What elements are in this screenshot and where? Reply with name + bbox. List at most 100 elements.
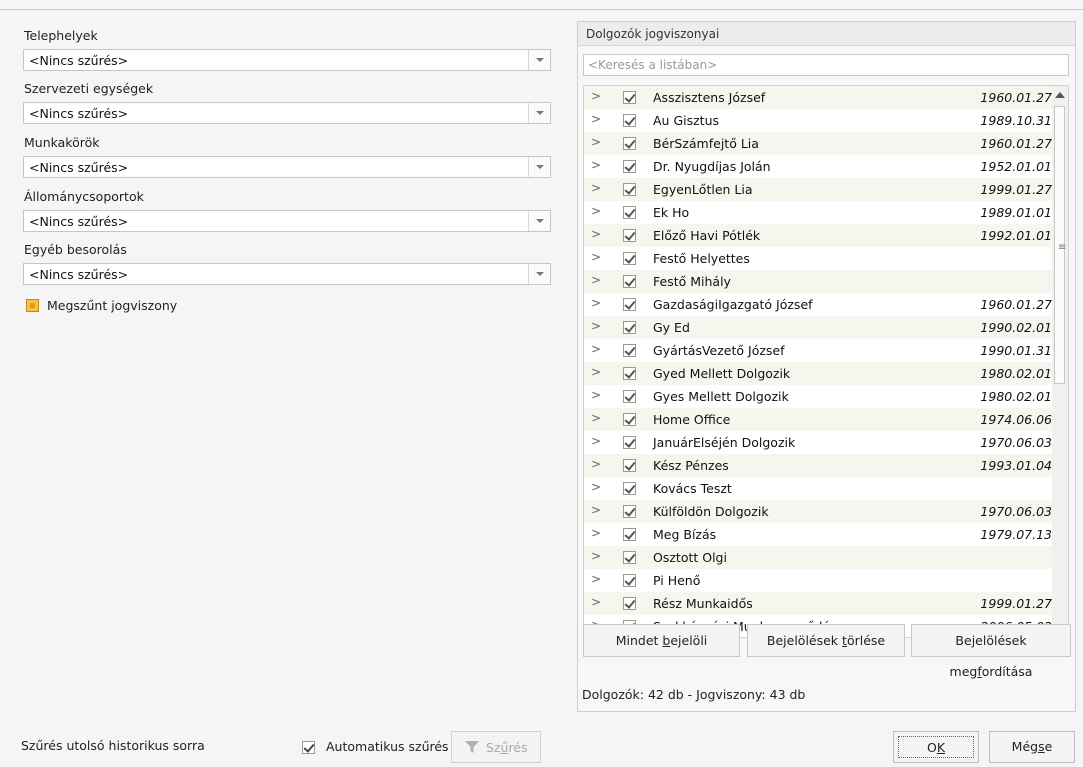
table-row[interactable]: > Osztott Olgi [584, 546, 1054, 569]
employment-date: 1990.01.31 [980, 343, 1052, 358]
employment-date: 1980.02.01 [980, 366, 1052, 381]
table-row[interactable]: > GyártásVezető József 1990.01.31 [584, 339, 1054, 362]
row-checkbox[interactable] [623, 275, 636, 288]
cancel-button[interactable]: Mégse [989, 731, 1075, 763]
table-row[interactable]: > Festő Helyettes [584, 247, 1054, 270]
expand-icon[interactable]: > [591, 135, 601, 149]
expand-icon[interactable]: > [591, 572, 601, 586]
row-checkbox[interactable] [623, 574, 636, 587]
scroll-up-icon[interactable] [1055, 92, 1065, 98]
expand-icon[interactable]: > [591, 181, 601, 195]
row-checkbox[interactable] [623, 91, 636, 104]
table-row[interactable]: > Rész Munkaidős 1999.01.27 [584, 592, 1054, 615]
search-input[interactable]: <Keresés a listában> [583, 54, 1069, 76]
row-checkbox[interactable] [623, 505, 636, 518]
table-row[interactable]: > Meg Bízás 1979.07.13 [584, 523, 1054, 546]
employee-name: Asszisztens József [653, 90, 766, 105]
chevron-down-icon[interactable] [528, 103, 550, 123]
table-row[interactable]: > BérSzámfejtő Lia 1960.01.27 [584, 132, 1054, 155]
expand-icon[interactable]: > [591, 480, 601, 494]
combo-szervezeti-egysegek[interactable]: <Nincs szűrés> [23, 102, 551, 124]
employee-name: BérSzámfejtő Lia [653, 136, 759, 151]
row-checkbox[interactable] [623, 367, 636, 380]
expand-icon[interactable]: > [591, 273, 601, 287]
expand-icon[interactable]: > [591, 112, 601, 126]
table-row[interactable]: > Kovács Teszt [584, 477, 1054, 500]
row-checkbox[interactable] [623, 436, 636, 449]
combo-telephelyek[interactable]: <Nincs szűrés> [23, 49, 551, 71]
filter-button[interactable]: Szűrés [451, 731, 541, 763]
table-row[interactable]: > Asszisztens József 1960.01.27 [584, 86, 1054, 109]
row-checkbox[interactable] [623, 206, 636, 219]
vertical-scrollbar[interactable]: ≡ [1052, 86, 1068, 637]
table-row[interactable]: > Home Office 1974.06.06 [584, 408, 1054, 431]
table-row[interactable]: > Au Gisztus 1989.10.31 [584, 109, 1054, 132]
table-row[interactable]: > Ek Ho 1989.01.01 [584, 201, 1054, 224]
row-checkbox[interactable] [623, 413, 636, 426]
expand-icon[interactable]: > [591, 158, 601, 172]
expand-icon[interactable]: > [591, 342, 601, 356]
row-checkbox[interactable] [623, 321, 636, 334]
employee-name: Kész Pénzes [653, 458, 729, 473]
expand-icon[interactable]: > [591, 365, 601, 379]
expand-icon[interactable]: > [591, 319, 601, 333]
expand-icon[interactable]: > [591, 434, 601, 448]
table-row[interactable]: > Festő Mihály [584, 270, 1054, 293]
expand-icon[interactable]: > [591, 457, 601, 471]
chevron-down-icon[interactable] [528, 264, 550, 284]
expand-icon[interactable]: > [591, 595, 601, 609]
table-row[interactable]: > JanuárElséjén Dolgozik 1970.06.03 [584, 431, 1054, 454]
table-row[interactable]: > Előző Havi Pótlék 1992.01.01 [584, 224, 1054, 247]
row-checkbox[interactable] [623, 252, 636, 265]
table-row[interactable]: > Pi Henő [584, 569, 1054, 592]
row-checkbox[interactable] [623, 229, 636, 242]
terminated-checkbox[interactable] [26, 299, 39, 312]
combo-egyeb-besorolas[interactable]: <Nincs szűrés> [23, 263, 551, 285]
scroll-thumb[interactable]: ≡ [1054, 106, 1066, 384]
chevron-down-icon[interactable] [528, 211, 550, 231]
ok-button[interactable]: OK [893, 731, 979, 763]
row-checkbox[interactable] [623, 137, 636, 150]
row-checkbox[interactable] [623, 344, 636, 357]
table-row[interactable]: > Kész Pénzes 1993.01.04 [584, 454, 1054, 477]
row-checkbox[interactable] [623, 183, 636, 196]
employee-name: Osztott Olgi [653, 550, 727, 565]
auto-filter-checkbox[interactable] [302, 741, 315, 754]
row-checkbox[interactable] [623, 482, 636, 495]
expand-icon[interactable]: > [591, 227, 601, 241]
table-row[interactable]: > Dr. Nyugdíjas Jolán 1952.01.01 [584, 155, 1054, 178]
row-checkbox[interactable] [623, 298, 636, 311]
table-row[interactable]: > Gyed Mellett Dolgozik 1980.02.01 [584, 362, 1054, 385]
row-checkbox[interactable] [623, 528, 636, 541]
expand-icon[interactable]: > [591, 503, 601, 517]
invert-selection-button[interactable]: Bejelölések megfordítása [911, 624, 1071, 679]
table-row[interactable]: > Külföldön Dolgozik 1970.06.03 [584, 500, 1054, 523]
expand-icon[interactable]: > [591, 411, 601, 425]
table-row[interactable]: > GazdaságiIgazgató József 1960.01.27 [584, 293, 1054, 316]
table-row[interactable]: > Gyes Mellett Dolgozik 1980.02.01 [584, 385, 1054, 408]
expand-icon[interactable]: > [591, 250, 601, 264]
top-border [0, 0, 1083, 10]
row-checkbox[interactable] [623, 160, 636, 173]
row-checkbox[interactable] [623, 459, 636, 472]
row-checkbox[interactable] [623, 551, 636, 564]
row-checkbox[interactable] [623, 114, 636, 127]
expand-icon[interactable]: > [591, 89, 601, 103]
expand-icon[interactable]: > [591, 296, 601, 310]
chevron-down-icon[interactable] [528, 50, 550, 70]
terminated-label: Megszűnt jogviszony [47, 298, 178, 313]
table-row[interactable]: > EgyenLőtlen Lia 1999.01.27 [584, 178, 1054, 201]
expand-icon[interactable]: > [591, 388, 601, 402]
table-row[interactable]: > Gy Ed 1990.02.01 [584, 316, 1054, 339]
employee-list[interactable]: >Szakképzési Munkaszerződés2006.05.02>Ré… [583, 85, 1069, 638]
combo-allomanycsoportok[interactable]: <Nincs szűrés> [23, 210, 551, 232]
expand-icon[interactable]: > [591, 204, 601, 218]
row-checkbox[interactable] [623, 597, 636, 610]
combo-munkakorok[interactable]: <Nincs szűrés> [23, 156, 551, 178]
select-all-button[interactable]: Mindet bejelöli [583, 624, 740, 657]
expand-icon[interactable]: > [591, 549, 601, 563]
row-checkbox[interactable] [623, 390, 636, 403]
chevron-down-icon[interactable] [528, 157, 550, 177]
expand-icon[interactable]: > [591, 526, 601, 540]
clear-selection-button[interactable]: Bejelölések törlése [747, 624, 905, 657]
